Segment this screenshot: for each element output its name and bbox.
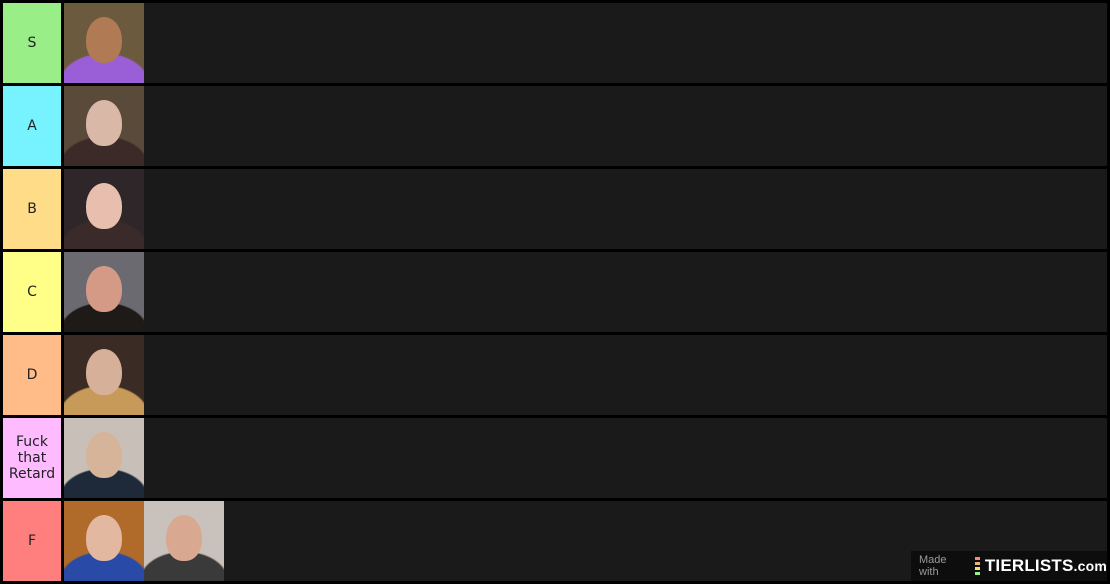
tier-row: C: [3, 252, 1107, 332]
tier-label[interactable]: F: [3, 501, 61, 581]
portrait-face: [166, 515, 202, 561]
tier-item-image[interactable]: [64, 335, 144, 415]
logo-bar: [974, 572, 980, 575]
tier-items-dropzone[interactable]: [64, 418, 1107, 498]
tier-item-image[interactable]: [64, 418, 144, 498]
portrait-face: [86, 349, 122, 395]
tier-row: Fuck that Retard: [3, 418, 1107, 498]
portrait-face: [86, 266, 122, 312]
tier-item-image[interactable]: [64, 86, 144, 166]
portrait-face: [86, 100, 122, 146]
logo-bar: [974, 557, 980, 560]
portrait-face: [86, 17, 122, 63]
portrait-face: [86, 432, 122, 478]
tier-items-dropzone[interactable]: [64, 252, 1107, 332]
tier-label[interactable]: Fuck that Retard: [3, 418, 61, 498]
tier-item-image[interactable]: [64, 501, 144, 581]
tier-row: S: [3, 3, 1107, 83]
made-with-text: Made with: [919, 554, 947, 578]
tier-items-dropzone[interactable]: [64, 335, 1107, 415]
tier-label[interactable]: S: [3, 3, 61, 83]
tier-items-dropzone[interactable]: [64, 3, 1107, 83]
logo-bar: [974, 567, 980, 570]
tierlists-logo: TIERLISTS.com: [985, 556, 1107, 576]
portrait-face: [86, 183, 122, 229]
portrait-face: [86, 515, 122, 561]
logo-suffix: .com: [1073, 558, 1107, 574]
logo-bar: [974, 562, 980, 565]
tierlists-logo-icon: [974, 556, 980, 576]
tier-label[interactable]: D: [3, 335, 61, 415]
tier-row: B: [3, 169, 1107, 249]
tier-label[interactable]: B: [3, 169, 61, 249]
logo-text: TIERLISTS: [984, 556, 1074, 575]
tier-items-dropzone[interactable]: [64, 86, 1107, 166]
tier-item-image[interactable]: [64, 252, 144, 332]
tier-label[interactable]: A: [3, 86, 61, 166]
tier-row: A: [3, 86, 1107, 166]
tier-items-dropzone[interactable]: [64, 169, 1107, 249]
tier-label[interactable]: C: [3, 252, 61, 332]
tier-item-image[interactable]: [144, 501, 224, 581]
tier-list: S A B C D Fuck that Retard F: [3, 3, 1107, 584]
watermark[interactable]: Made with TIERLISTS.com: [911, 551, 1107, 581]
tier-item-image[interactable]: [64, 169, 144, 249]
tier-item-image[interactable]: [64, 3, 144, 83]
tier-row: D: [3, 335, 1107, 415]
